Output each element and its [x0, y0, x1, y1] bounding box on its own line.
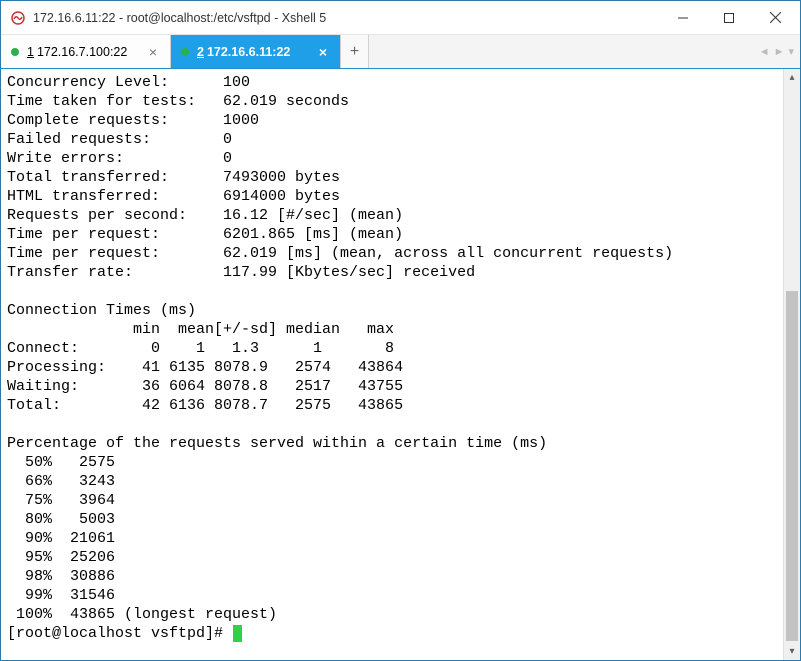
terminal-output: Concurrency Level: 100 Time taken for te… [7, 73, 777, 624]
terminal-wrap: Concurrency Level: 100 Time taken for te… [1, 69, 800, 660]
scrollbar[interactable]: ▴ ▾ [783, 69, 800, 660]
status-dot-icon [181, 48, 189, 56]
tab-add-button[interactable]: + [341, 35, 369, 68]
tab-session-1[interactable]: 1 172.16.7.100:22 × [1, 35, 171, 68]
scroll-thumb[interactable] [786, 291, 798, 641]
cursor [233, 625, 242, 642]
tab-menu-icon[interactable]: ▾ [788, 45, 794, 58]
window-title: 172.16.6.11:22 - root@localhost:/etc/vsf… [33, 11, 660, 25]
prompt-line[interactable]: [root@localhost vsftpd]# [7, 624, 777, 643]
tab-label: 172.16.7.100:22 [37, 45, 136, 59]
scroll-down-icon[interactable]: ▾ [784, 643, 800, 660]
window-titlebar: 172.16.6.11:22 - root@localhost:/etc/vsf… [1, 1, 800, 35]
close-button[interactable] [752, 3, 798, 33]
tab-session-2[interactable]: 2 172.16.6.11:22 × [171, 35, 341, 68]
tab-nav: ◄ ► ▾ [759, 35, 800, 68]
maximize-button[interactable] [706, 3, 752, 33]
tab-label: 172.16.6.11:22 [207, 45, 306, 59]
scroll-up-icon[interactable]: ▴ [784, 69, 800, 86]
minimize-button[interactable] [660, 3, 706, 33]
app-icon [9, 9, 27, 27]
status-dot-icon [11, 48, 19, 56]
tab-next-icon[interactable]: ► [774, 46, 785, 58]
tab-number: 2 [197, 45, 204, 59]
tab-bar: 1 172.16.7.100:22 × 2 172.16.6.11:22 × +… [1, 35, 800, 69]
tab-prev-icon[interactable]: ◄ [759, 46, 770, 58]
terminal[interactable]: Concurrency Level: 100 Time taken for te… [1, 69, 783, 660]
tab-number: 1 [27, 45, 34, 59]
prompt-text: [root@localhost vsftpd]# [7, 624, 232, 643]
tab-close-icon[interactable]: × [146, 44, 160, 60]
window-controls [660, 3, 798, 33]
tab-close-icon[interactable]: × [316, 44, 330, 60]
